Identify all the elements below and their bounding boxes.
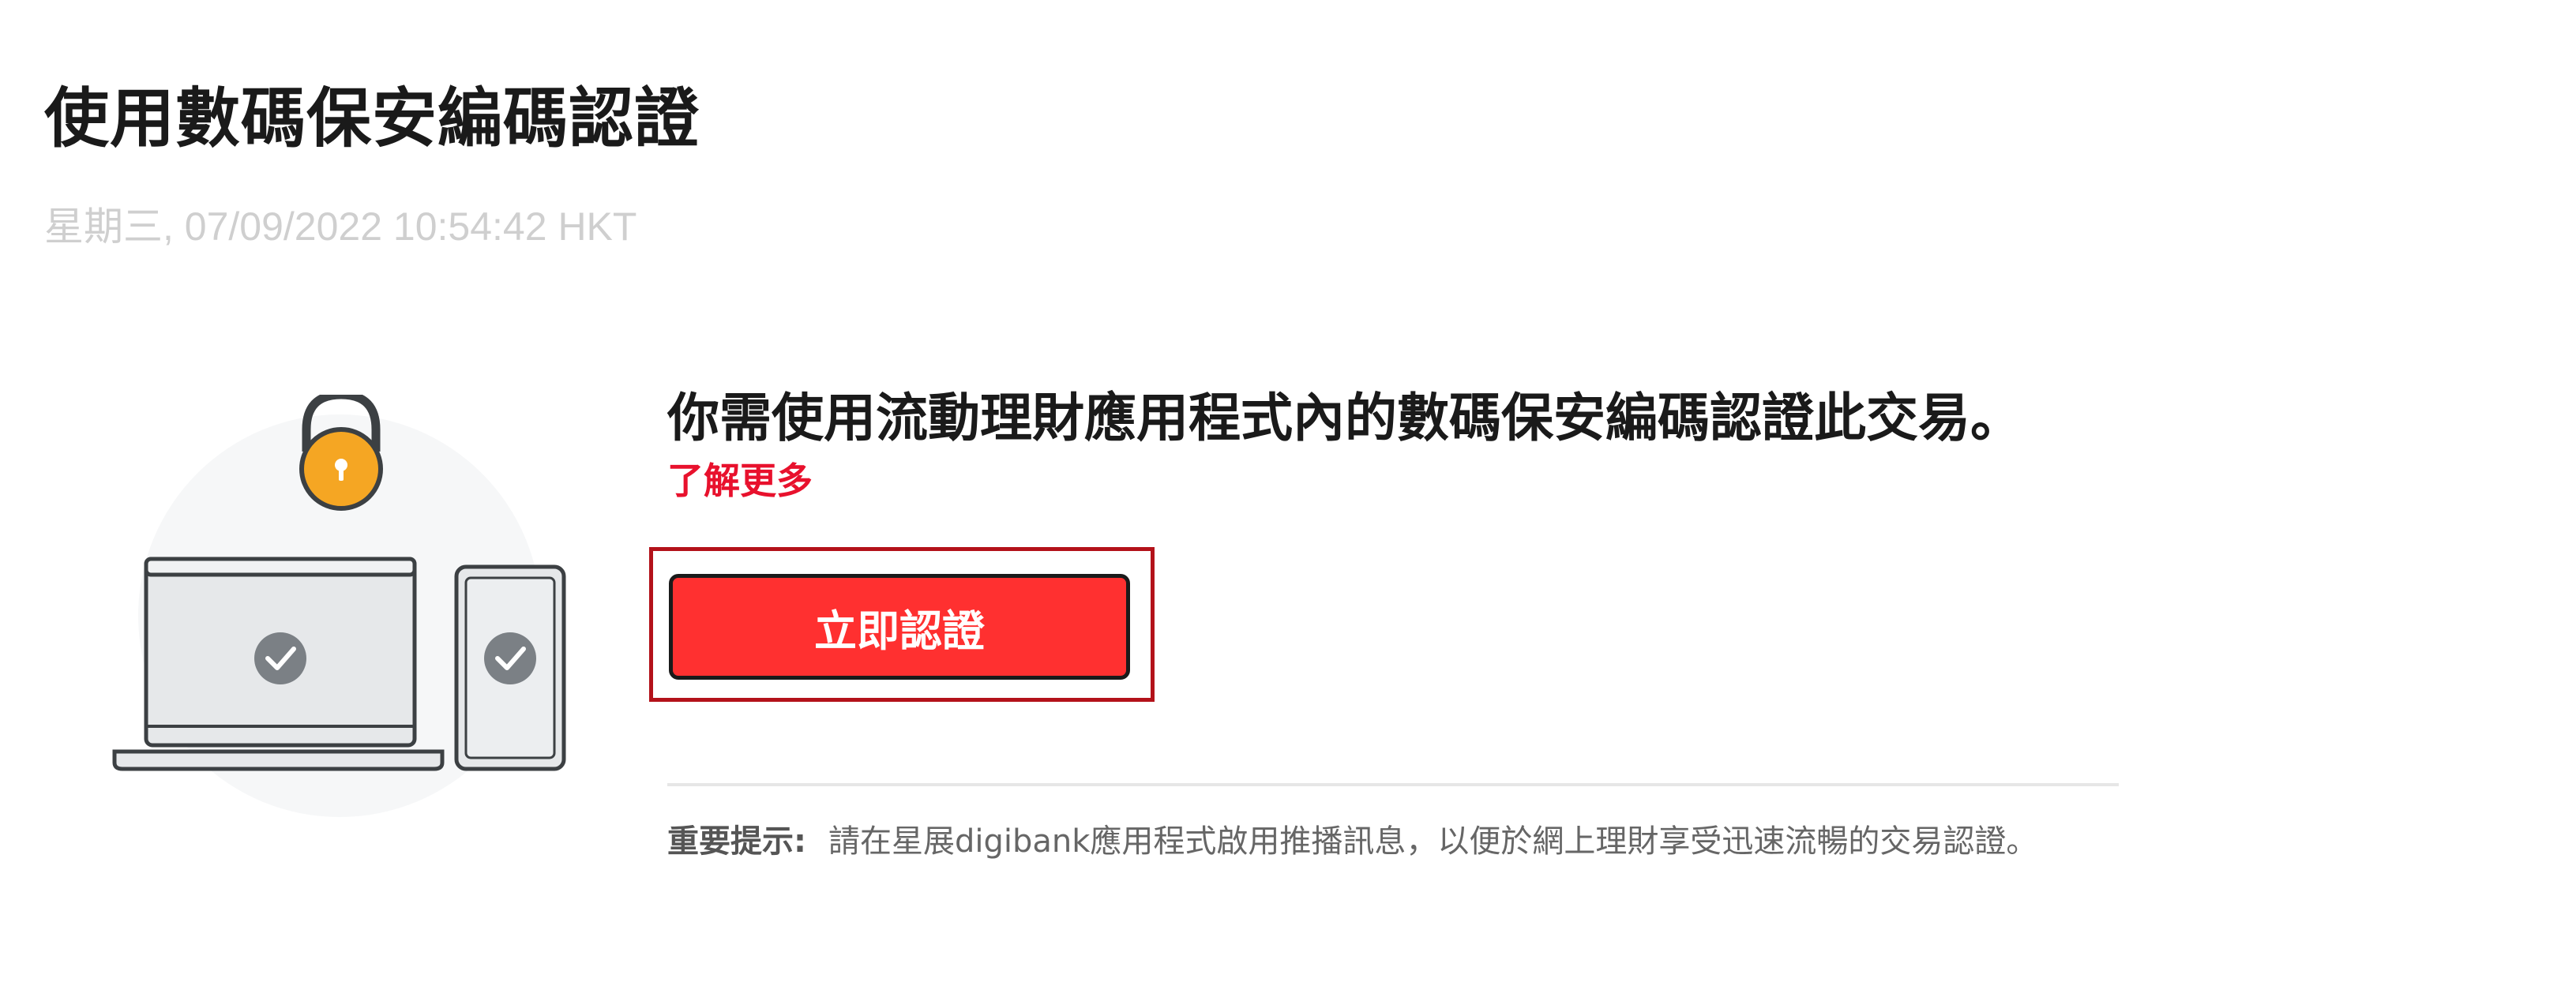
authenticate-now-button[interactable]: 立即認證 (669, 574, 1130, 680)
notice-text: 請在星展digibank應用程式啟用推播訊息，以便於網上理財享受迅速流暢的交易認… (828, 823, 2038, 860)
timestamp: 星期三, 07/09/2022 10:54:42 HKT (44, 204, 637, 249)
security-illustration (103, 390, 576, 837)
laptop-check-icon (254, 632, 306, 684)
learn-more-link[interactable]: 了解更多 (667, 458, 813, 505)
divider (667, 783, 2119, 786)
authentication-message: 你需使用流動理財應用程式內的數碼保安編碼認證此交易。 (667, 388, 2022, 448)
phone-check-icon (484, 632, 536, 684)
notice-label: 重要提示: (667, 823, 806, 860)
padlock-icon (299, 390, 383, 511)
page-title: 使用數碼保安編碼認證 (44, 81, 700, 156)
important-notice: 重要提示: 請在星展digibank應用程式啟用推播訊息，以便於網上理財享受迅速流… (667, 821, 2037, 862)
